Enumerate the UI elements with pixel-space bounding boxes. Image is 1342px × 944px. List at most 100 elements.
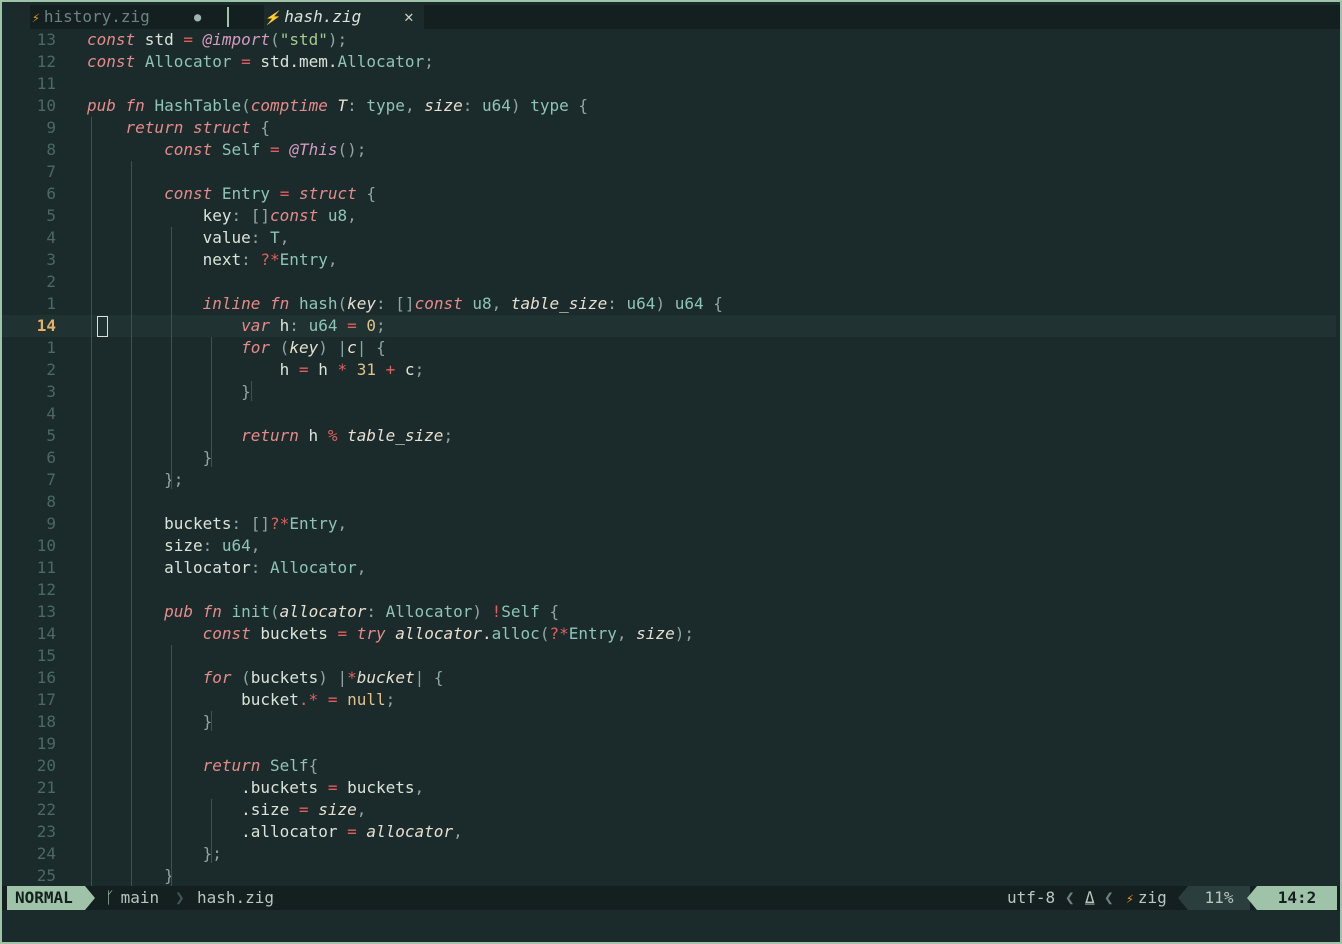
code-line[interactable]: 3 } bbox=[2, 381, 1336, 403]
code-line[interactable]: 14 const buckets = try allocator.alloc(?… bbox=[2, 623, 1336, 645]
code-text: h = h * 31 + c; bbox=[87, 360, 425, 379]
tab-label: history.zig bbox=[43, 7, 150, 26]
line-number: 22 bbox=[36, 800, 56, 819]
line-number: 6 bbox=[46, 448, 56, 467]
code-text: const Self = @This(); bbox=[164, 140, 367, 159]
zig-icon: ⚡ bbox=[264, 11, 281, 26]
code-line[interactable]: 5 key: []const u8, bbox=[2, 205, 1336, 227]
code-line[interactable]: 20 return Self{ bbox=[2, 755, 1336, 777]
code-text: key: []const u8, bbox=[87, 206, 357, 225]
segment-separator: ❯ bbox=[175, 888, 185, 907]
code-line[interactable]: 6 const Entry = struct { bbox=[2, 183, 1336, 205]
zig-icon: ⚡ bbox=[32, 11, 40, 26]
code-text: .buckets = buckets, bbox=[87, 778, 425, 797]
current-code-line[interactable]: 14 var h: u64 = 0; bbox=[2, 315, 1336, 337]
tab-history-zig[interactable]: ⚡ history.zig ● bbox=[32, 5, 232, 29]
code-line[interactable]: 9 buckets: []?*Entry, bbox=[2, 513, 1336, 535]
segment-separator: ❮ bbox=[1104, 888, 1114, 907]
segment-separator: ❮ bbox=[1065, 888, 1075, 907]
code-line[interactable]: 24 }; bbox=[2, 843, 1336, 865]
code-line[interactable]: 2 h = h * 31 + c; bbox=[2, 359, 1336, 381]
line-number: 2 bbox=[46, 272, 56, 291]
code-line[interactable]: 15 bbox=[2, 645, 1336, 667]
file-encoding: utf-8 bbox=[1007, 888, 1056, 907]
tab-separator bbox=[227, 7, 229, 27]
code-text: buckets: []?*Entry, bbox=[87, 514, 348, 533]
line-number: 13 bbox=[36, 30, 56, 49]
code-line[interactable]: 23 .allocator = allocator, bbox=[2, 821, 1336, 843]
code-line[interactable]: 2 bbox=[2, 271, 1336, 293]
code-line[interactable]: 19 bbox=[2, 733, 1336, 755]
code-text: .size = size, bbox=[87, 800, 367, 819]
cursor-position: 14:2 bbox=[1257, 886, 1337, 910]
indent-guide bbox=[211, 711, 212, 731]
code-line[interactable]: 9 return struct { bbox=[2, 117, 1336, 139]
code-line[interactable]: 25 } bbox=[2, 865, 1336, 887]
zig-icon: ⚡ bbox=[1126, 892, 1134, 907]
code-text: } bbox=[202, 712, 213, 731]
code-line[interactable]: 13 pub fn init(allocator: Allocator) !Se… bbox=[2, 601, 1336, 623]
line-number: 13 bbox=[36, 602, 56, 621]
code-line[interactable]: 18 } bbox=[2, 711, 1336, 733]
line-number: 5 bbox=[46, 206, 56, 225]
code-line[interactable]: 22 .size = size, bbox=[2, 799, 1336, 821]
code-line[interactable]: 5 return h % table_size; bbox=[2, 425, 1336, 447]
code-line[interactable]: 1 inline fn hash(key: []const u8, table_… bbox=[2, 293, 1336, 315]
line-number: 6 bbox=[46, 184, 56, 203]
code-text: }; bbox=[164, 470, 184, 489]
code-line[interactable]: 4 bbox=[2, 403, 1336, 425]
code-line[interactable]: 8 const Self = @This(); bbox=[2, 139, 1336, 161]
code-line[interactable]: 11 allocator: Allocator, bbox=[2, 557, 1336, 579]
code-line[interactable]: 13 const std = @import("std"); bbox=[2, 29, 1336, 51]
code-line[interactable]: 16 for (buckets) |*bucket| { bbox=[2, 667, 1336, 689]
tab-hash-zig[interactable]: ⚡ hash.zig ✕ bbox=[264, 5, 424, 29]
code-line[interactable]: 12 bbox=[2, 579, 1336, 601]
indent-guide bbox=[211, 799, 212, 863]
code-line[interactable]: 7 }; bbox=[2, 469, 1336, 491]
line-number: 21 bbox=[36, 778, 56, 797]
indent-guide bbox=[251, 381, 252, 401]
code-line[interactable]: 21 .buckets = buckets, bbox=[2, 777, 1336, 799]
branch-name: main bbox=[120, 888, 160, 907]
percent-separator-arrow bbox=[1178, 886, 1188, 910]
line-number: 7 bbox=[46, 162, 56, 181]
code-line[interactable]: 10 size: u64, bbox=[2, 535, 1336, 557]
code-line[interactable]: 17 bucket.* = null; bbox=[2, 689, 1336, 711]
code-line[interactable]: 11 bbox=[2, 73, 1336, 95]
line-number: 4 bbox=[46, 404, 56, 423]
code-text: inline fn hash(key: []const u8, table_si… bbox=[202, 294, 723, 313]
command-line[interactable] bbox=[2, 910, 1340, 942]
code-line[interactable]: 8 bbox=[2, 491, 1336, 513]
code-text: return h % table_size; bbox=[241, 426, 454, 445]
line-number: 12 bbox=[36, 52, 56, 71]
line-number: 24 bbox=[36, 844, 56, 863]
code-line[interactable]: 10 pub fn HashTable(comptime T: type, siz… bbox=[2, 95, 1336, 117]
code-editor[interactable]: 13 const std = @import("std"); 12 const All… bbox=[2, 29, 1340, 929]
language-label: zig bbox=[1137, 888, 1167, 907]
indent-guide bbox=[131, 161, 132, 929]
tab-bar: ⚡ history.zig ● ⚡ hash.zig ✕ bbox=[2, 2, 1340, 29]
line-number: 7 bbox=[46, 470, 56, 489]
code-text: .allocator = allocator, bbox=[87, 822, 463, 841]
code-line[interactable]: 6 } bbox=[2, 447, 1336, 469]
text-cursor bbox=[97, 316, 108, 337]
line-number: 18 bbox=[36, 712, 56, 731]
line-number: 12 bbox=[36, 580, 56, 599]
code-line[interactable]: 3 next: ?*Entry, bbox=[2, 249, 1336, 271]
mode-indicator: NORMAL bbox=[7, 886, 85, 910]
line-number: 5 bbox=[46, 426, 56, 445]
code-line[interactable]: 12 const Allocator = std.mem.Allocator; bbox=[2, 51, 1336, 73]
code-line[interactable]: 7 bbox=[2, 161, 1336, 183]
code-text: const Allocator = std.mem.Allocator; bbox=[87, 52, 434, 71]
code-line[interactable]: 1 for (key) |c| { bbox=[2, 337, 1336, 359]
status-line: NORMAL ᚴ main ❯ hash.zig utf-8 ❮ ⍙ ❮ ⚡ zig… bbox=[2, 886, 1340, 910]
line-number: 20 bbox=[36, 756, 56, 775]
git-branch[interactable]: ᚴ main bbox=[105, 886, 159, 910]
line-number: 1 bbox=[46, 294, 56, 313]
git-branch-icon: ᚴ bbox=[105, 888, 115, 907]
code-line[interactable]: 4 value: T, bbox=[2, 227, 1336, 249]
close-icon[interactable]: ✕ bbox=[404, 5, 414, 29]
code-text: pub fn HashTable(comptime T: type, size:… bbox=[87, 96, 589, 115]
line-number: 11 bbox=[36, 74, 56, 93]
line-number: 23 bbox=[36, 822, 56, 841]
